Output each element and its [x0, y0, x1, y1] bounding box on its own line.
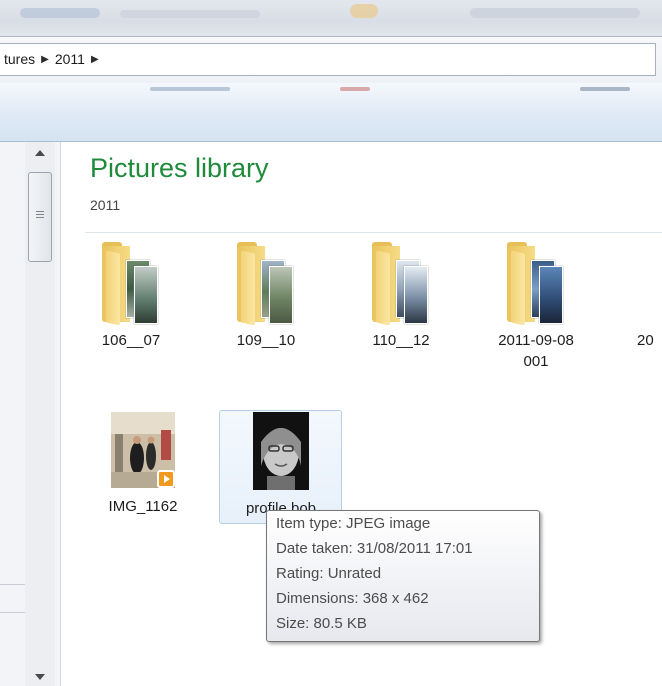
- item-label: 2011-09-08: [498, 332, 574, 349]
- tooltip-rating: Rating: Unrated: [276, 565, 382, 582]
- folder-item[interactable]: 110__12: [346, 242, 456, 351]
- folder-item[interactable]: 2011-09-08 001: [481, 242, 591, 372]
- scroll-thumb[interactable]: [28, 172, 52, 262]
- item-label: IMG_1162: [108, 498, 178, 515]
- toolbar-blur: [340, 87, 370, 91]
- folder-icon: [372, 242, 430, 326]
- breadcrumb: tures ▶ 2011 ▶: [4, 49, 99, 69]
- file-info-tooltip: Item type: JPEG image Date taken: 31/08/…: [266, 510, 540, 642]
- toolbar-blur: [580, 87, 630, 91]
- item-label: 106__07: [101, 332, 161, 349]
- titlebar-blur: [120, 10, 260, 18]
- folder-item[interactable]: 106__07: [76, 242, 186, 351]
- video-thumbnail: [111, 412, 175, 488]
- tooltip-date-taken: Date taken: 31/08/2011 17:01: [276, 540, 473, 557]
- folder-icon: [102, 242, 160, 326]
- file-item[interactable]: profile bob: [226, 412, 336, 519]
- scroll-up-arrow-icon[interactable]: [35, 150, 45, 156]
- folder-item[interactable]: 20: [616, 246, 662, 351]
- library-title: Pictures library: [90, 153, 269, 183]
- titlebar-blur: [350, 4, 378, 18]
- tooltip-dimensions: Dimensions: 368 x 462: [276, 590, 429, 607]
- breadcrumb-item-pictures[interactable]: tures: [4, 51, 35, 67]
- item-label: 109__10: [236, 332, 296, 349]
- library-subtitle: 2011: [90, 197, 121, 213]
- folder-icon: [507, 242, 565, 326]
- grip-icon: [36, 211, 44, 212]
- file-item[interactable]: IMG_1162: [88, 412, 198, 517]
- address-bar: tures ▶ 2011 ▶: [0, 36, 662, 83]
- nav-scrollbar[interactable]: [25, 142, 55, 686]
- item-label: 001: [523, 353, 549, 370]
- toolbar-blur: [150, 87, 230, 91]
- video-overlay-icon: [157, 470, 175, 488]
- nav-divider: [0, 584, 25, 585]
- tooltip-size: Size: 80.5 KB: [276, 615, 367, 632]
- item-label: 110__12: [372, 332, 430, 349]
- chevron-right-icon[interactable]: ▶: [41, 54, 49, 65]
- item-label: 20: [637, 332, 654, 349]
- chevron-right-icon[interactable]: ▶: [91, 54, 99, 65]
- image-thumbnail: [253, 412, 309, 490]
- titlebar-blur: [20, 8, 100, 18]
- nav-divider: [0, 612, 25, 613]
- header-divider: [85, 232, 662, 233]
- window-titlebar: [0, 0, 662, 36]
- scroll-down-arrow-icon[interactable]: [35, 674, 45, 680]
- address-box[interactable]: tures ▶ 2011 ▶: [0, 43, 656, 76]
- breadcrumb-item-2011[interactable]: 2011: [55, 51, 85, 67]
- folder-icon: [237, 242, 295, 326]
- tooltip-item-type: Item type: JPEG image: [276, 515, 431, 532]
- folder-item[interactable]: 109__10: [211, 242, 321, 351]
- titlebar-blur: [470, 8, 640, 18]
- command-toolbar: [0, 83, 662, 142]
